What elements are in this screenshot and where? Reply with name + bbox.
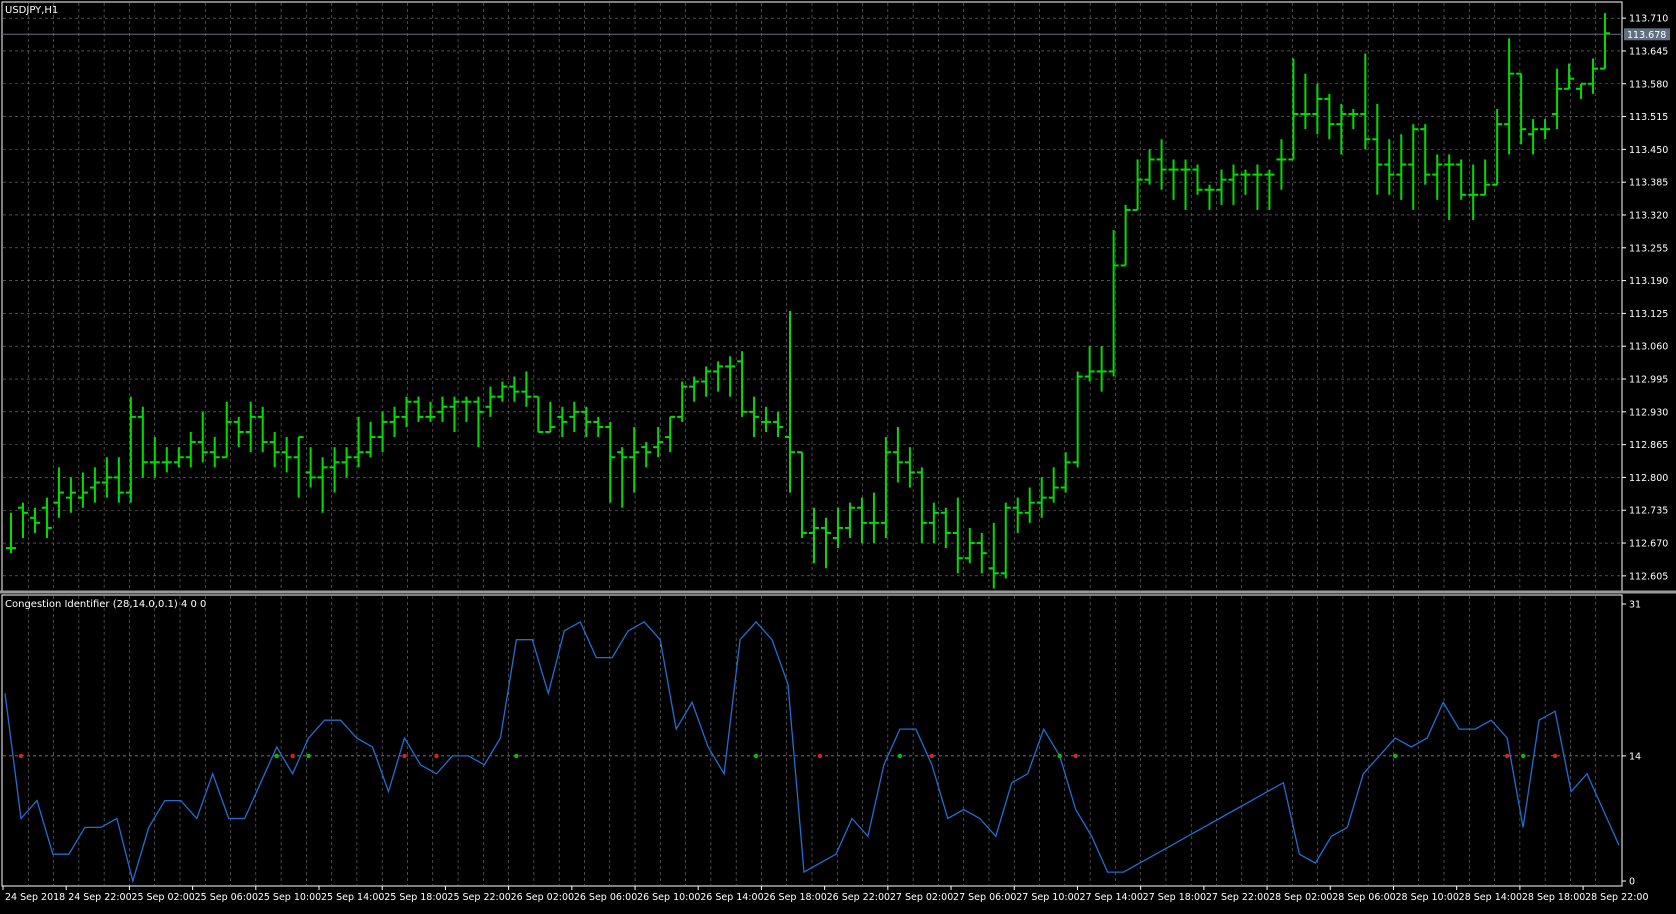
congestion-marker [1552, 753, 1558, 759]
congestion-marker [1057, 753, 1062, 759]
price-tick-label: 113.450 [1629, 145, 1668, 156]
price-tick-label: 113.385 [1629, 178, 1668, 189]
time-tick-label: 27 Sep 10:00 [1016, 892, 1079, 903]
time-tick-label: 26 Sep 10:00 [637, 892, 700, 903]
chart-title: USDJPY,H1 [5, 5, 58, 16]
time-tick-label: 25 Sep 14:00 [321, 892, 384, 903]
price-tick-label: 112.930 [1629, 407, 1668, 418]
time-tick-label: 27 Sep 18:00 [1143, 892, 1206, 903]
price-tick-label: 112.865 [1629, 440, 1668, 451]
trading-chart[interactable]: 113.710 113.645 113.580 113.515 113.450 113.3… [0, 0, 1676, 910]
time-tick-label: 26 Sep 02:00 [511, 892, 574, 903]
price-tick-label: 113.060 [1629, 342, 1668, 353]
congestion-marker [402, 753, 407, 759]
price-tick-label: 112.735 [1629, 506, 1668, 517]
congestion-marker [274, 753, 279, 759]
current-price-label: 113.678 [1627, 30, 1666, 41]
time-tick-label: 28 Sep 06:00 [1332, 892, 1395, 903]
indicator-title: Congestion Identifier (28,14.0,0.1) 4 0 … [5, 599, 206, 610]
price-tick-label: 113.515 [1629, 112, 1668, 123]
time-tick-label: 27 Sep 02:00 [890, 892, 953, 903]
price-tick-label: 113.320 [1629, 210, 1668, 221]
price-tick-label: 112.605 [1629, 571, 1668, 582]
time-tick-label: 27 Sep 06:00 [953, 892, 1016, 903]
indicator-tick-label: 31 [1629, 600, 1641, 611]
price-tick-label: 113.125 [1629, 309, 1668, 320]
time-tick-label: 28 Sep 02:00 [1269, 892, 1332, 903]
indicator-tick-label: 0 [1629, 877, 1635, 888]
time-tick-label: 27 Sep 14:00 [1079, 892, 1142, 903]
congestion-marker [434, 753, 439, 759]
time-tick-label: 25 Sep 10:00 [258, 892, 321, 903]
price-tick-label: 112.670 [1629, 539, 1668, 550]
congestion-marker [929, 753, 935, 759]
time-tick-label: 27 Sep 22:00 [1206, 892, 1269, 903]
time-tick-label: 28 Sep 10:00 [1395, 892, 1458, 903]
price-tick-label: 113.190 [1629, 276, 1668, 287]
congestion-marker [1073, 753, 1078, 759]
indicator-tick-label: 14 [1629, 751, 1641, 762]
time-tick-label: 26 Sep 06:00 [574, 892, 637, 903]
congestion-marker [1520, 753, 1526, 759]
congestion-marker [514, 753, 519, 759]
time-tick-label: 25 Sep 06:00 [195, 892, 258, 903]
time-tick-label: 26 Sep 18:00 [763, 892, 826, 903]
price-tick-label: 113.710 [1629, 14, 1668, 25]
congestion-marker [306, 753, 311, 759]
congestion-marker [817, 753, 823, 759]
price-tick-label: 112.800 [1629, 473, 1668, 484]
time-tick-label: 28 Sep 14:00 [1459, 892, 1522, 903]
congestion-marker [897, 753, 903, 759]
time-tick-label: 28 Sep 22:00 [1585, 892, 1648, 903]
congestion-marker [290, 753, 295, 759]
congestion-marker [753, 753, 759, 759]
time-tick-label: 25 Sep 02:00 [131, 892, 194, 903]
price-tick-label: 113.645 [1629, 46, 1668, 57]
congestion-marker [1393, 753, 1398, 759]
chart-svg[interactable]: 113.710 113.645 113.580 113.515 113.450 113.3… [0, 0, 1676, 910]
price-tick-label: 113.255 [1629, 243, 1668, 254]
time-tick-label: 25 Sep 22:00 [447, 892, 510, 903]
time-tick-label: 24 Sep 22:00 [68, 892, 131, 903]
congestion-marker [1504, 753, 1510, 759]
time-tick-label: 26 Sep 14:00 [700, 892, 763, 903]
time-tick-label: 25 Sep 18:00 [384, 892, 447, 903]
time-tick-label: 26 Sep 22:00 [827, 892, 890, 903]
time-tick-label: 28 Sep 18:00 [1522, 892, 1585, 903]
congestion-marker [18, 753, 24, 759]
price-tick-label: 112.995 [1629, 375, 1668, 386]
time-tick-label: 24 Sep 2018 [5, 892, 65, 903]
price-tick-label: 113.580 [1629, 79, 1668, 90]
